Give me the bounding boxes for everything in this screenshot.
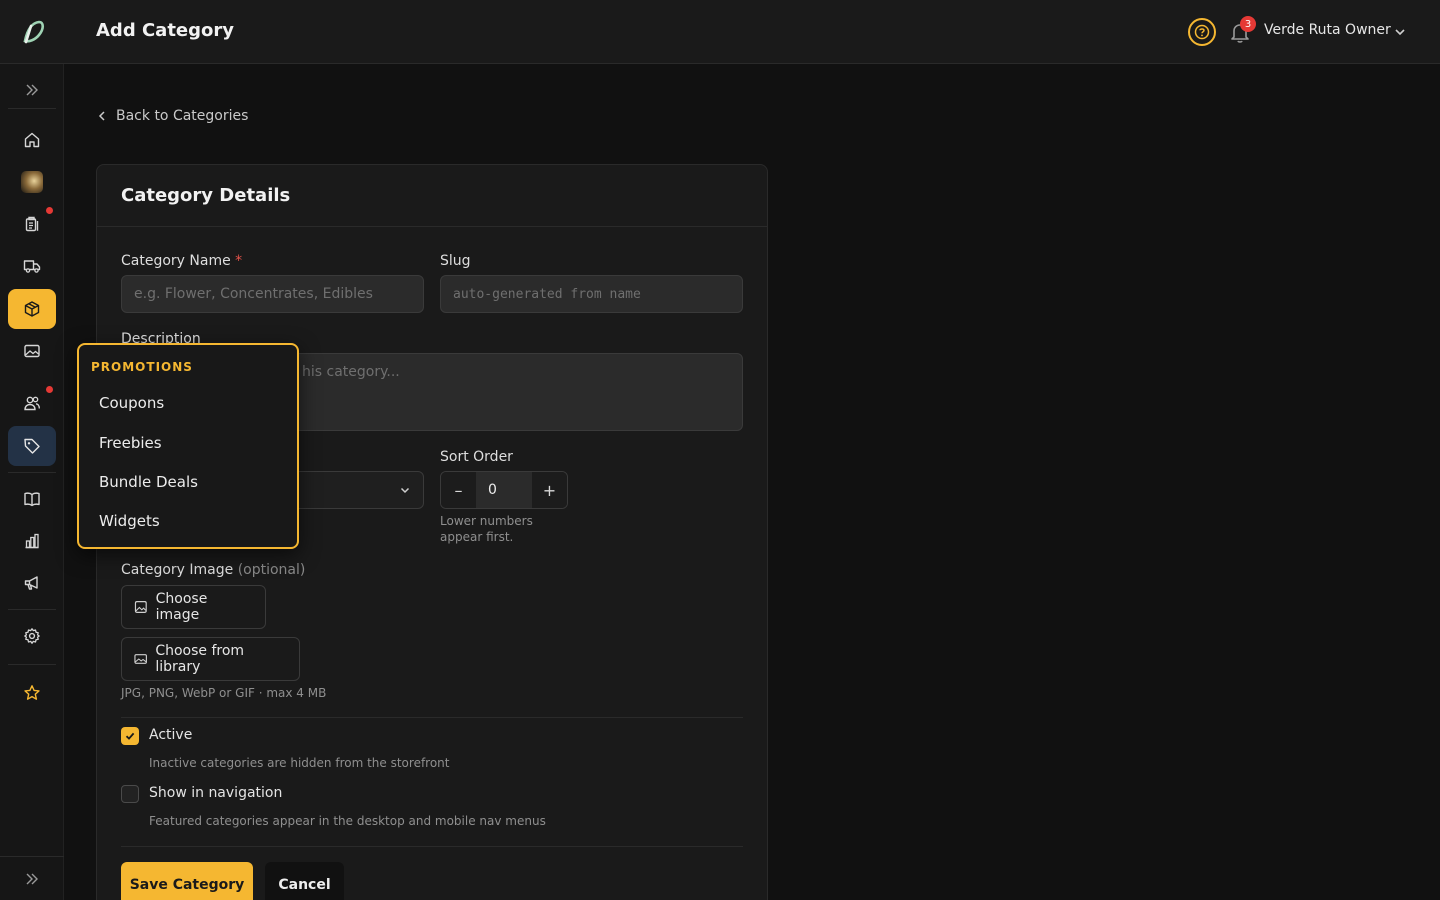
divider — [121, 846, 743, 847]
active-hint: Inactive categories are hidden from the … — [149, 756, 450, 770]
top-bar: Add Category 3 Verde Ruta Owner — [0, 0, 1440, 64]
customers-alert-dot — [46, 386, 53, 393]
show-in-navigation-checkbox[interactable] — [121, 785, 139, 803]
active-label: Active — [149, 727, 193, 743]
card-header: Category Details — [97, 165, 767, 227]
sidebar-item-store[interactable] — [8, 162, 56, 202]
users-icon — [24, 396, 40, 411]
help-button[interactable] — [1188, 18, 1216, 46]
page-title: Add Category — [96, 20, 234, 41]
sidebar-item-media[interactable] — [8, 331, 56, 371]
megaphone-icon — [24, 576, 38, 590]
question-icon — [1194, 24, 1210, 40]
decrement-button[interactable]: – — [441, 472, 476, 508]
required-mark: * — [235, 253, 243, 269]
category-image-label: Category Image (optional) — [121, 562, 305, 578]
collapse-sidebar-button[interactable] — [0, 856, 64, 900]
sort-order-hint: Lower numbers appear first. — [440, 514, 533, 544]
logo[interactable] — [0, 0, 64, 64]
cancel-button[interactable]: Cancel — [265, 862, 344, 900]
sidebar-item-favorites[interactable] — [8, 673, 56, 713]
book-icon — [24, 492, 40, 507]
box-icon — [24, 301, 40, 317]
chevrons-right-icon — [26, 84, 38, 96]
save-category-button[interactable]: Save Category — [121, 862, 253, 900]
choose-image-label: Choose image — [155, 591, 208, 623]
star-icon — [24, 685, 40, 700]
gear-icon — [24, 628, 40, 644]
image-format-hint: JPG, PNG, WebP or GIF · max 4 MB — [121, 686, 327, 700]
image-icon — [134, 601, 147, 613]
sidebar-item-delivery[interactable] — [8, 246, 56, 286]
flyout-item-freebies[interactable]: Freebies — [99, 434, 162, 452]
flyout-item-bundle-deals[interactable]: Bundle Deals — [99, 473, 198, 491]
flyout-item-coupons[interactable]: Coupons — [99, 394, 164, 412]
choose-from-library-button[interactable]: Choose from library — [121, 637, 300, 681]
gallery-icon — [134, 654, 147, 664]
active-checkbox[interactable] — [121, 727, 139, 745]
show-in-navigation-hint: Featured categories appear in the deskto… — [149, 814, 546, 828]
show-in-navigation-label: Show in navigation — [149, 785, 283, 801]
orders-alert-dot — [46, 207, 53, 214]
sidebar-item-marketing[interactable] — [8, 563, 56, 603]
choose-image-button[interactable]: Choose image — [121, 585, 266, 629]
truck-icon — [23, 260, 41, 273]
notification-badge: 3 — [1240, 16, 1256, 32]
check-icon — [125, 732, 135, 740]
chevron-down-icon[interactable] — [1393, 25, 1407, 39]
chevron-left-icon — [98, 111, 105, 121]
category-name-label: Category Name * — [121, 253, 242, 269]
sidebar-item-settings[interactable] — [8, 616, 56, 656]
category-name-label-text: Category Name — [121, 253, 231, 269]
optional-tag: (optional) — [237, 562, 306, 578]
category-name-input[interactable] — [121, 275, 424, 313]
increment-button[interactable]: + — [532, 472, 567, 508]
sort-order-stepper: – 0 + — [440, 471, 568, 509]
home-icon — [24, 132, 40, 148]
chevron-down-icon — [400, 487, 410, 494]
sidebar-item-home[interactable] — [8, 120, 56, 160]
user-menu[interactable]: Verde Ruta Owner — [1264, 22, 1391, 38]
store-avatar-icon — [21, 171, 43, 193]
flyout-heading: PROMOTIONS — [91, 360, 193, 374]
category-image-label-text: Category Image — [121, 562, 234, 578]
sidebar-item-products[interactable] — [8, 289, 56, 329]
back-to-categories-link[interactable]: Back to Categories — [96, 108, 248, 124]
card-title: Category Details — [121, 185, 291, 206]
logo-icon — [23, 20, 45, 44]
chevrons-right-icon — [26, 873, 38, 884]
divider — [121, 717, 743, 718]
slug-input[interactable] — [440, 275, 743, 313]
sort-order-label: Sort Order — [440, 449, 513, 465]
slug-label: Slug — [440, 253, 471, 269]
image-icon — [24, 344, 40, 358]
sidebar-item-catalog[interactable] — [8, 479, 56, 519]
sort-order-value[interactable]: 0 — [476, 472, 532, 508]
sidebar-item-promotions[interactable] — [8, 426, 56, 466]
clipboard-icon — [25, 216, 39, 232]
sidebar — [0, 64, 64, 900]
back-link-label: Back to Categories — [116, 108, 249, 124]
bar-chart-icon — [25, 533, 39, 549]
sidebar-item-analytics[interactable] — [8, 521, 56, 561]
flyout-item-widgets[interactable]: Widgets — [99, 512, 160, 530]
expand-sidebar-button[interactable] — [8, 70, 56, 110]
choose-library-label: Choose from library — [155, 643, 245, 675]
tag-icon — [24, 438, 40, 454]
promotions-flyout-menu: PROMOTIONS Coupons Freebies Bundle Deals… — [77, 343, 299, 549]
